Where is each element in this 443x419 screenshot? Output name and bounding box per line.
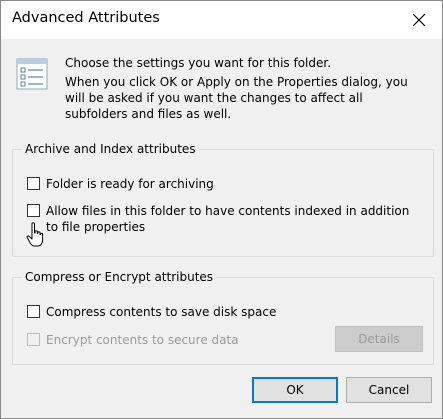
folder-archiving-checkbox[interactable] (27, 177, 40, 190)
cancel-button[interactable]: Cancel (346, 377, 432, 403)
compress-group-label: Compress or Encrypt attributes (22, 269, 217, 285)
content-indexing-option[interactable]: Allow files in this folder to have conte… (27, 203, 421, 235)
settings-list-icon (16, 58, 48, 90)
archive-index-group: Archive and Index attributes Folder is r… (12, 141, 434, 257)
close-icon (412, 13, 426, 27)
intro-line-2: When you click OK or Apply on the Proper… (65, 75, 408, 121)
content-indexing-label[interactable]: Allow files in this folder to have conte… (46, 203, 421, 235)
intro-text: Choose the settings you want for this fo… (65, 55, 425, 122)
folder-archiving-option[interactable]: Folder is ready for archiving (27, 176, 214, 192)
window-title: Advanced Attributes (12, 10, 160, 26)
details-button: Details (335, 326, 423, 352)
intro-line-1: Choose the settings you want for this fo… (65, 56, 332, 70)
encrypt-label: Encrypt contents to secure data (46, 333, 239, 347)
title-bar[interactable]: Advanced Attributes (1, 1, 442, 39)
close-button[interactable] (396, 1, 442, 39)
compress-option[interactable]: Compress contents to save disk space (27, 304, 276, 320)
compress-checkbox[interactable] (27, 305, 40, 318)
compress-encrypt-group: Compress or Encrypt attributes Compress … (12, 269, 434, 365)
ok-button[interactable]: OK (252, 377, 338, 403)
hand-pointer-icon (26, 222, 44, 247)
encrypt-checkbox (27, 333, 40, 346)
compress-label[interactable]: Compress contents to save disk space (46, 304, 276, 320)
content-indexing-checkbox[interactable] (27, 204, 40, 217)
archive-group-label: Archive and Index attributes (22, 141, 199, 157)
folder-archiving-label[interactable]: Folder is ready for archiving (46, 176, 214, 192)
advanced-attributes-dialog: Advanced Attributes Choose the settings … (0, 0, 443, 419)
encrypt-option: Encrypt contents to secure data (27, 332, 239, 348)
